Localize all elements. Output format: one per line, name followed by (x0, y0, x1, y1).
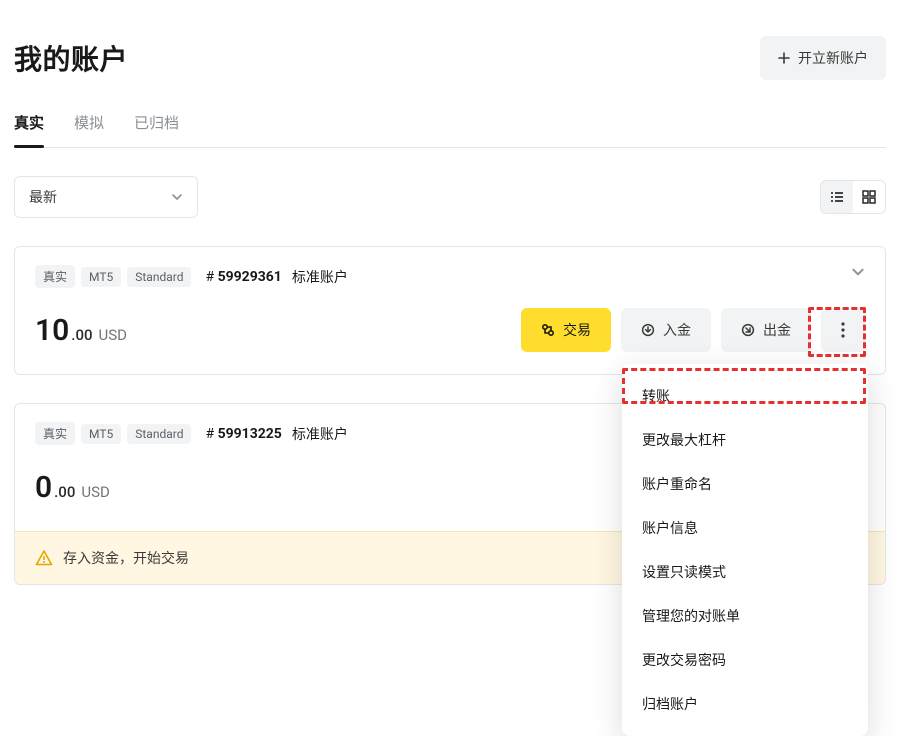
menu-item-rename[interactable]: 账户重命名 (622, 462, 868, 506)
tab-label: 已归档 (134, 114, 179, 132)
account-tabs: 真实 模拟 已归档 (14, 102, 886, 148)
badge-real: 真实 (35, 422, 75, 445)
menu-item-transfer[interactable]: 转账 (622, 374, 868, 418)
menu-item-change-password[interactable]: 更改交易密码 (622, 638, 868, 682)
view-grid-button[interactable] (853, 181, 885, 213)
account-name: 标准账户 (292, 424, 348, 444)
menu-item-label: 账户信息 (642, 521, 698, 537)
balance-decimal: .00 (54, 483, 75, 501)
alert-text: 存入资金，开始交易 (63, 548, 189, 568)
menu-item-readonly[interactable]: 设置只读模式 (622, 550, 868, 594)
withdraw-icon (741, 323, 755, 337)
account-actions: 交易 入金 出金 (521, 308, 865, 352)
sort-value: 最新 (29, 187, 57, 207)
deposit-button[interactable]: 入金 (621, 308, 711, 352)
more-vertical-icon (841, 322, 845, 338)
menu-item-label: 更改最大杠杆 (642, 433, 726, 449)
account-balance: 10 .00 USD (35, 313, 127, 348)
menu-item-label: 更改交易密码 (642, 653, 726, 669)
open-new-account-button[interactable]: 开立新账户 (760, 36, 886, 80)
badge-type: Standard (127, 267, 191, 287)
badge-platform: MT5 (81, 424, 121, 444)
account-id: # 59913225 (205, 426, 281, 442)
trade-label: 交易 (563, 320, 591, 340)
list-view-icon (829, 189, 845, 205)
account-card-header: 真实 MT5 Standard # 59929361 标准账户 (15, 247, 885, 288)
balance-currency: USD (99, 326, 127, 344)
grid-view-icon (861, 189, 877, 205)
sort-select[interactable]: 最新 (14, 176, 198, 218)
account-card: 真实 MT5 Standard # 59929361 标准账户 10 .00 U… (14, 246, 886, 375)
tab-label: 模拟 (74, 114, 104, 132)
chevron-down-icon (171, 191, 183, 203)
menu-item-account-info[interactable]: 账户信息 (622, 506, 868, 550)
badge-type: Standard (127, 424, 191, 444)
view-list-button[interactable] (821, 181, 853, 213)
page-header: 我的账户 开立新账户 (14, 0, 886, 102)
deposit-label: 入金 (663, 320, 691, 340)
menu-item-statements[interactable]: 管理您的对账单 (622, 594, 868, 638)
badge-real: 真实 (35, 265, 75, 288)
menu-item-label: 账户重命名 (642, 477, 712, 493)
tab-archived[interactable]: 已归档 (134, 112, 179, 147)
menu-item-label: 设置只读模式 (642, 565, 726, 581)
tab-demo[interactable]: 模拟 (74, 112, 104, 147)
plus-icon (778, 52, 790, 64)
balance-whole: 10 (35, 313, 69, 348)
collapse-card-button[interactable] (851, 265, 865, 279)
account-card-body: 10 .00 USD 交易 入金 出金 (15, 288, 885, 374)
warning-icon (35, 549, 53, 567)
menu-item-label: 转账 (642, 389, 670, 405)
account-name: 标准账户 (292, 267, 348, 287)
withdraw-label: 出金 (763, 320, 791, 340)
balance-decimal: .00 (71, 326, 92, 344)
list-controls: 最新 (14, 176, 886, 218)
trade-icon (541, 323, 555, 337)
badge-platform: MT5 (81, 267, 121, 287)
menu-item-change-leverage[interactable]: 更改最大杠杆 (622, 418, 868, 462)
open-new-account-label: 开立新账户 (798, 48, 868, 68)
balance-whole: 0 (35, 470, 52, 505)
account-id: # 59929361 (205, 269, 281, 285)
tab-label: 真实 (14, 114, 44, 132)
page-title: 我的账户 (14, 38, 128, 78)
menu-item-label: 管理您的对账单 (642, 609, 740, 625)
balance-currency: USD (81, 483, 109, 501)
view-toggle (820, 180, 886, 214)
tab-real[interactable]: 真实 (14, 112, 44, 147)
menu-item-archive[interactable]: 归档账户 (622, 682, 868, 726)
withdraw-button[interactable]: 出金 (721, 308, 811, 352)
account-balance: 0 .00 USD (35, 470, 110, 505)
more-actions-menu: 转账 更改最大杠杆 账户重命名 账户信息 设置只读模式 管理您的对账单 更改交易… (622, 364, 868, 736)
deposit-icon (641, 323, 655, 337)
more-actions-button[interactable] (821, 308, 865, 352)
trade-button[interactable]: 交易 (521, 308, 611, 352)
menu-item-label: 归档账户 (642, 697, 698, 713)
